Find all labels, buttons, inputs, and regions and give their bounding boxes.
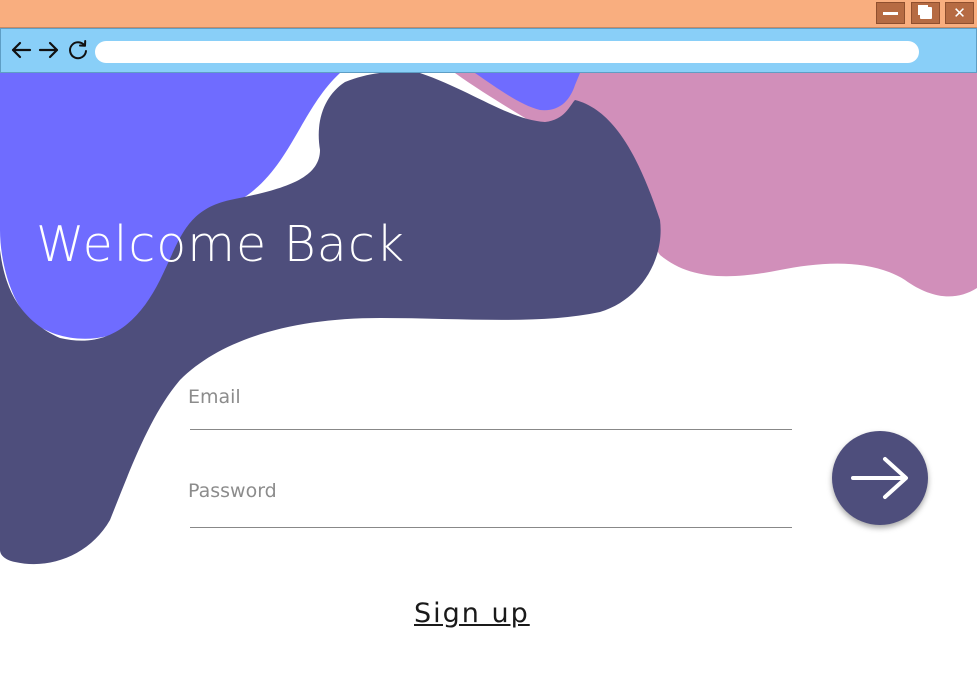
minimize-icon — [883, 11, 898, 15]
minimize-button[interactable] — [876, 2, 905, 24]
arrow-right-icon[interactable] — [38, 39, 60, 61]
close-icon: ✕ — [953, 3, 966, 22]
window-titlebar: ✕ — [0, 0, 977, 28]
url-input[interactable] — [95, 41, 919, 63]
arrow-right-icon — [851, 457, 908, 499]
sign-up-link[interactable]: Sign up — [414, 598, 530, 629]
maximize-button[interactable] — [911, 2, 940, 24]
maximize-icon — [919, 7, 932, 19]
page-title: Welcome Back — [36, 216, 406, 273]
submit-button[interactable] — [832, 431, 928, 525]
reload-icon[interactable] — [67, 39, 89, 61]
email-field[interactable] — [190, 394, 792, 430]
arrow-left-icon[interactable] — [10, 39, 32, 61]
close-button[interactable]: ✕ — [945, 2, 974, 24]
password-field[interactable] — [190, 492, 792, 528]
browser-toolbar — [0, 28, 977, 73]
